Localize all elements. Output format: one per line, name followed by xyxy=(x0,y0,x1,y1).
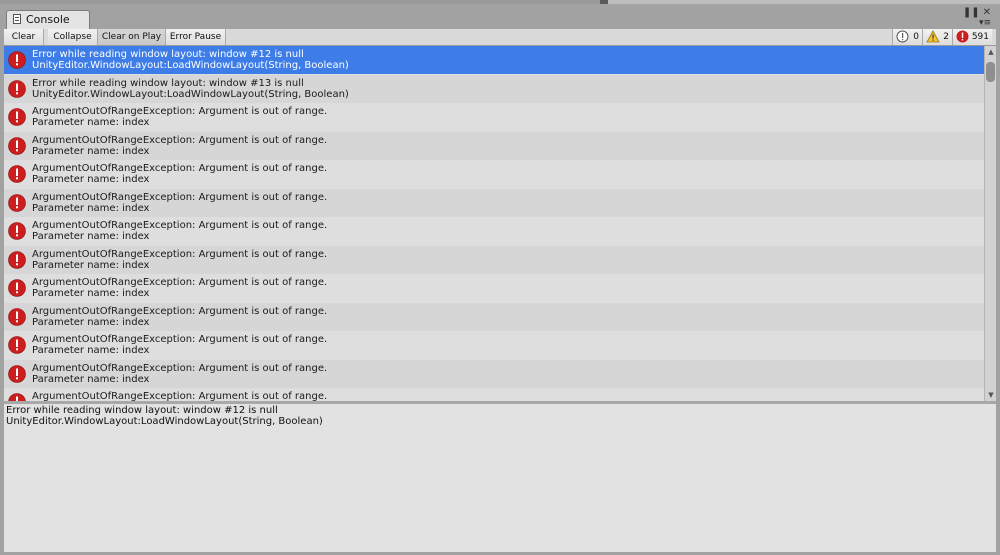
info-icon xyxy=(896,30,909,43)
detail-line-1: Error while reading window layout: windo… xyxy=(6,405,278,416)
log-row-line-1: ArgumentOutOfRangeException: Argument is… xyxy=(32,305,328,317)
log-row-line-2: Parameter name: index xyxy=(32,231,150,242)
close-icon[interactable]: ✕ xyxy=(983,8,991,18)
log-row[interactable]: ArgumentOutOfRangeException: Argument is… xyxy=(4,160,984,188)
log-row-line-1: ArgumentOutOfRangeException: Argument is… xyxy=(32,191,328,203)
toolbar: Clear Collapse Clear on Play Error Pause… xyxy=(4,29,996,46)
scroll-thumb[interactable] xyxy=(986,62,995,82)
log-row-line-1: ArgumentOutOfRangeException: Argument is… xyxy=(32,220,328,231)
scroll-up-arrow-icon[interactable]: ▲ xyxy=(987,48,995,56)
error-icon xyxy=(8,193,26,212)
warning-icon xyxy=(926,30,940,43)
log-row-line-2: Parameter name: index xyxy=(32,117,150,128)
error-icon xyxy=(8,79,26,98)
error-icon xyxy=(8,51,26,69)
log-row[interactable]: ArgumentOutOfRangeException: Argument is… xyxy=(4,103,984,131)
log-row-line-1: ArgumentOutOfRangeException: Argument is… xyxy=(32,277,328,288)
error-icon xyxy=(8,393,26,401)
log-row-line-2: UnityEditor.WindowLayout:LoadWindowLayou… xyxy=(32,60,349,71)
log-row-line-1: ArgumentOutOfRangeException: Argument is… xyxy=(32,334,328,345)
error-counter[interactable]: 591 xyxy=(952,29,992,45)
tab-console[interactable]: Console xyxy=(6,10,90,29)
log-row-line-2: UnityEditor.WindowLayout:LoadWindowLayou… xyxy=(32,88,349,100)
error-icon xyxy=(8,108,26,126)
error-icon xyxy=(8,279,26,297)
warning-count: 2 xyxy=(943,32,949,42)
clear-button[interactable]: Clear xyxy=(4,29,44,45)
log-row-line-2: Parameter name: index xyxy=(32,288,150,299)
log-row-line-1: ArgumentOutOfRangeException: Argument is… xyxy=(32,391,328,401)
scroll-down-arrow-icon[interactable]: ▼ xyxy=(987,391,995,399)
log-row[interactable]: Error while reading window layout: windo… xyxy=(4,46,984,74)
error-icon xyxy=(8,364,26,383)
log-list[interactable]: Error while reading window layout: windo… xyxy=(4,46,984,401)
log-row-line-2: Parameter name: index xyxy=(32,345,150,356)
log-row[interactable]: ArgumentOutOfRangeException: Argument is… xyxy=(4,388,984,401)
log-row-line-2: Parameter name: index xyxy=(32,145,150,157)
log-row-line-1: ArgumentOutOfRangeException: Argument is… xyxy=(32,248,328,260)
window-buttons: ❚❚ ✕ ▾≡ xyxy=(960,8,991,29)
log-row-line-2: Parameter name: index xyxy=(32,373,150,385)
log-row-line-1: Error while reading window layout: windo… xyxy=(32,77,304,89)
pause-icon[interactable]: ❚❚ xyxy=(963,8,980,18)
log-row-line-2: Parameter name: index xyxy=(32,259,150,271)
log-row-line-1: ArgumentOutOfRangeException: Argument is… xyxy=(32,362,328,374)
log-row[interactable]: ArgumentOutOfRangeException: Argument is… xyxy=(4,217,984,245)
log-row[interactable]: ArgumentOutOfRangeException: Argument is… xyxy=(4,245,984,274)
log-row-line-2: Parameter name: index xyxy=(32,202,150,214)
detail-line-2: UnityEditor.WindowLayout:LoadWindowLayou… xyxy=(6,416,323,427)
error-pause-button[interactable]: Error Pause xyxy=(166,29,226,45)
error-icon xyxy=(956,30,969,43)
console-window: Console ❚❚ ✕ ▾≡ Clear Collapse Clear on P… xyxy=(0,4,1000,555)
log-row[interactable]: ArgumentOutOfRangeException: Argument is… xyxy=(4,359,984,388)
log-row-line-2: Parameter name: index xyxy=(32,316,150,328)
error-icon xyxy=(8,250,26,269)
error-icon xyxy=(8,165,26,183)
error-count: 591 xyxy=(971,32,989,42)
scrollbar[interactable]: ▲ ▼ xyxy=(984,46,996,401)
log-row[interactable]: ArgumentOutOfRangeException: Argument is… xyxy=(4,331,984,359)
error-icon xyxy=(8,336,26,354)
log-row[interactable]: ArgumentOutOfRangeException: Argument is… xyxy=(4,274,984,302)
log-row-line-2: Parameter name: index xyxy=(32,174,150,185)
log-row-line-1: ArgumentOutOfRangeException: Argument is… xyxy=(32,134,328,146)
log-row-line-1: Error while reading window layout: windo… xyxy=(32,49,304,60)
clear-on-play-button[interactable]: Clear on Play xyxy=(98,29,166,45)
log-row[interactable]: ArgumentOutOfRangeException: Argument is… xyxy=(4,131,984,160)
tab-label: Console xyxy=(26,13,70,26)
menu-icon[interactable]: ▾≡ xyxy=(963,18,991,28)
log-row[interactable]: Error while reading window layout: windo… xyxy=(4,74,984,103)
warning-counter[interactable]: 2 xyxy=(922,29,952,45)
log-row[interactable]: ArgumentOutOfRangeException: Argument is… xyxy=(4,188,984,217)
tab-bar: Console ❚❚ ✕ ▾≡ xyxy=(0,4,1000,29)
log-counter[interactable]: 0 xyxy=(892,29,922,45)
log-row-line-1: ArgumentOutOfRangeException: Argument is… xyxy=(32,106,328,117)
error-icon xyxy=(8,307,26,326)
log-row[interactable]: ArgumentOutOfRangeException: Argument is… xyxy=(4,302,984,331)
collapse-button[interactable]: Collapse xyxy=(48,29,98,45)
error-icon xyxy=(8,136,26,155)
log-row-line-1: ArgumentOutOfRangeException: Argument is… xyxy=(32,163,328,174)
console-icon xyxy=(13,14,21,24)
error-icon xyxy=(8,222,26,240)
detail-pane: Error while reading window layout: windo… xyxy=(4,404,996,552)
log-count: 0 xyxy=(913,32,919,42)
